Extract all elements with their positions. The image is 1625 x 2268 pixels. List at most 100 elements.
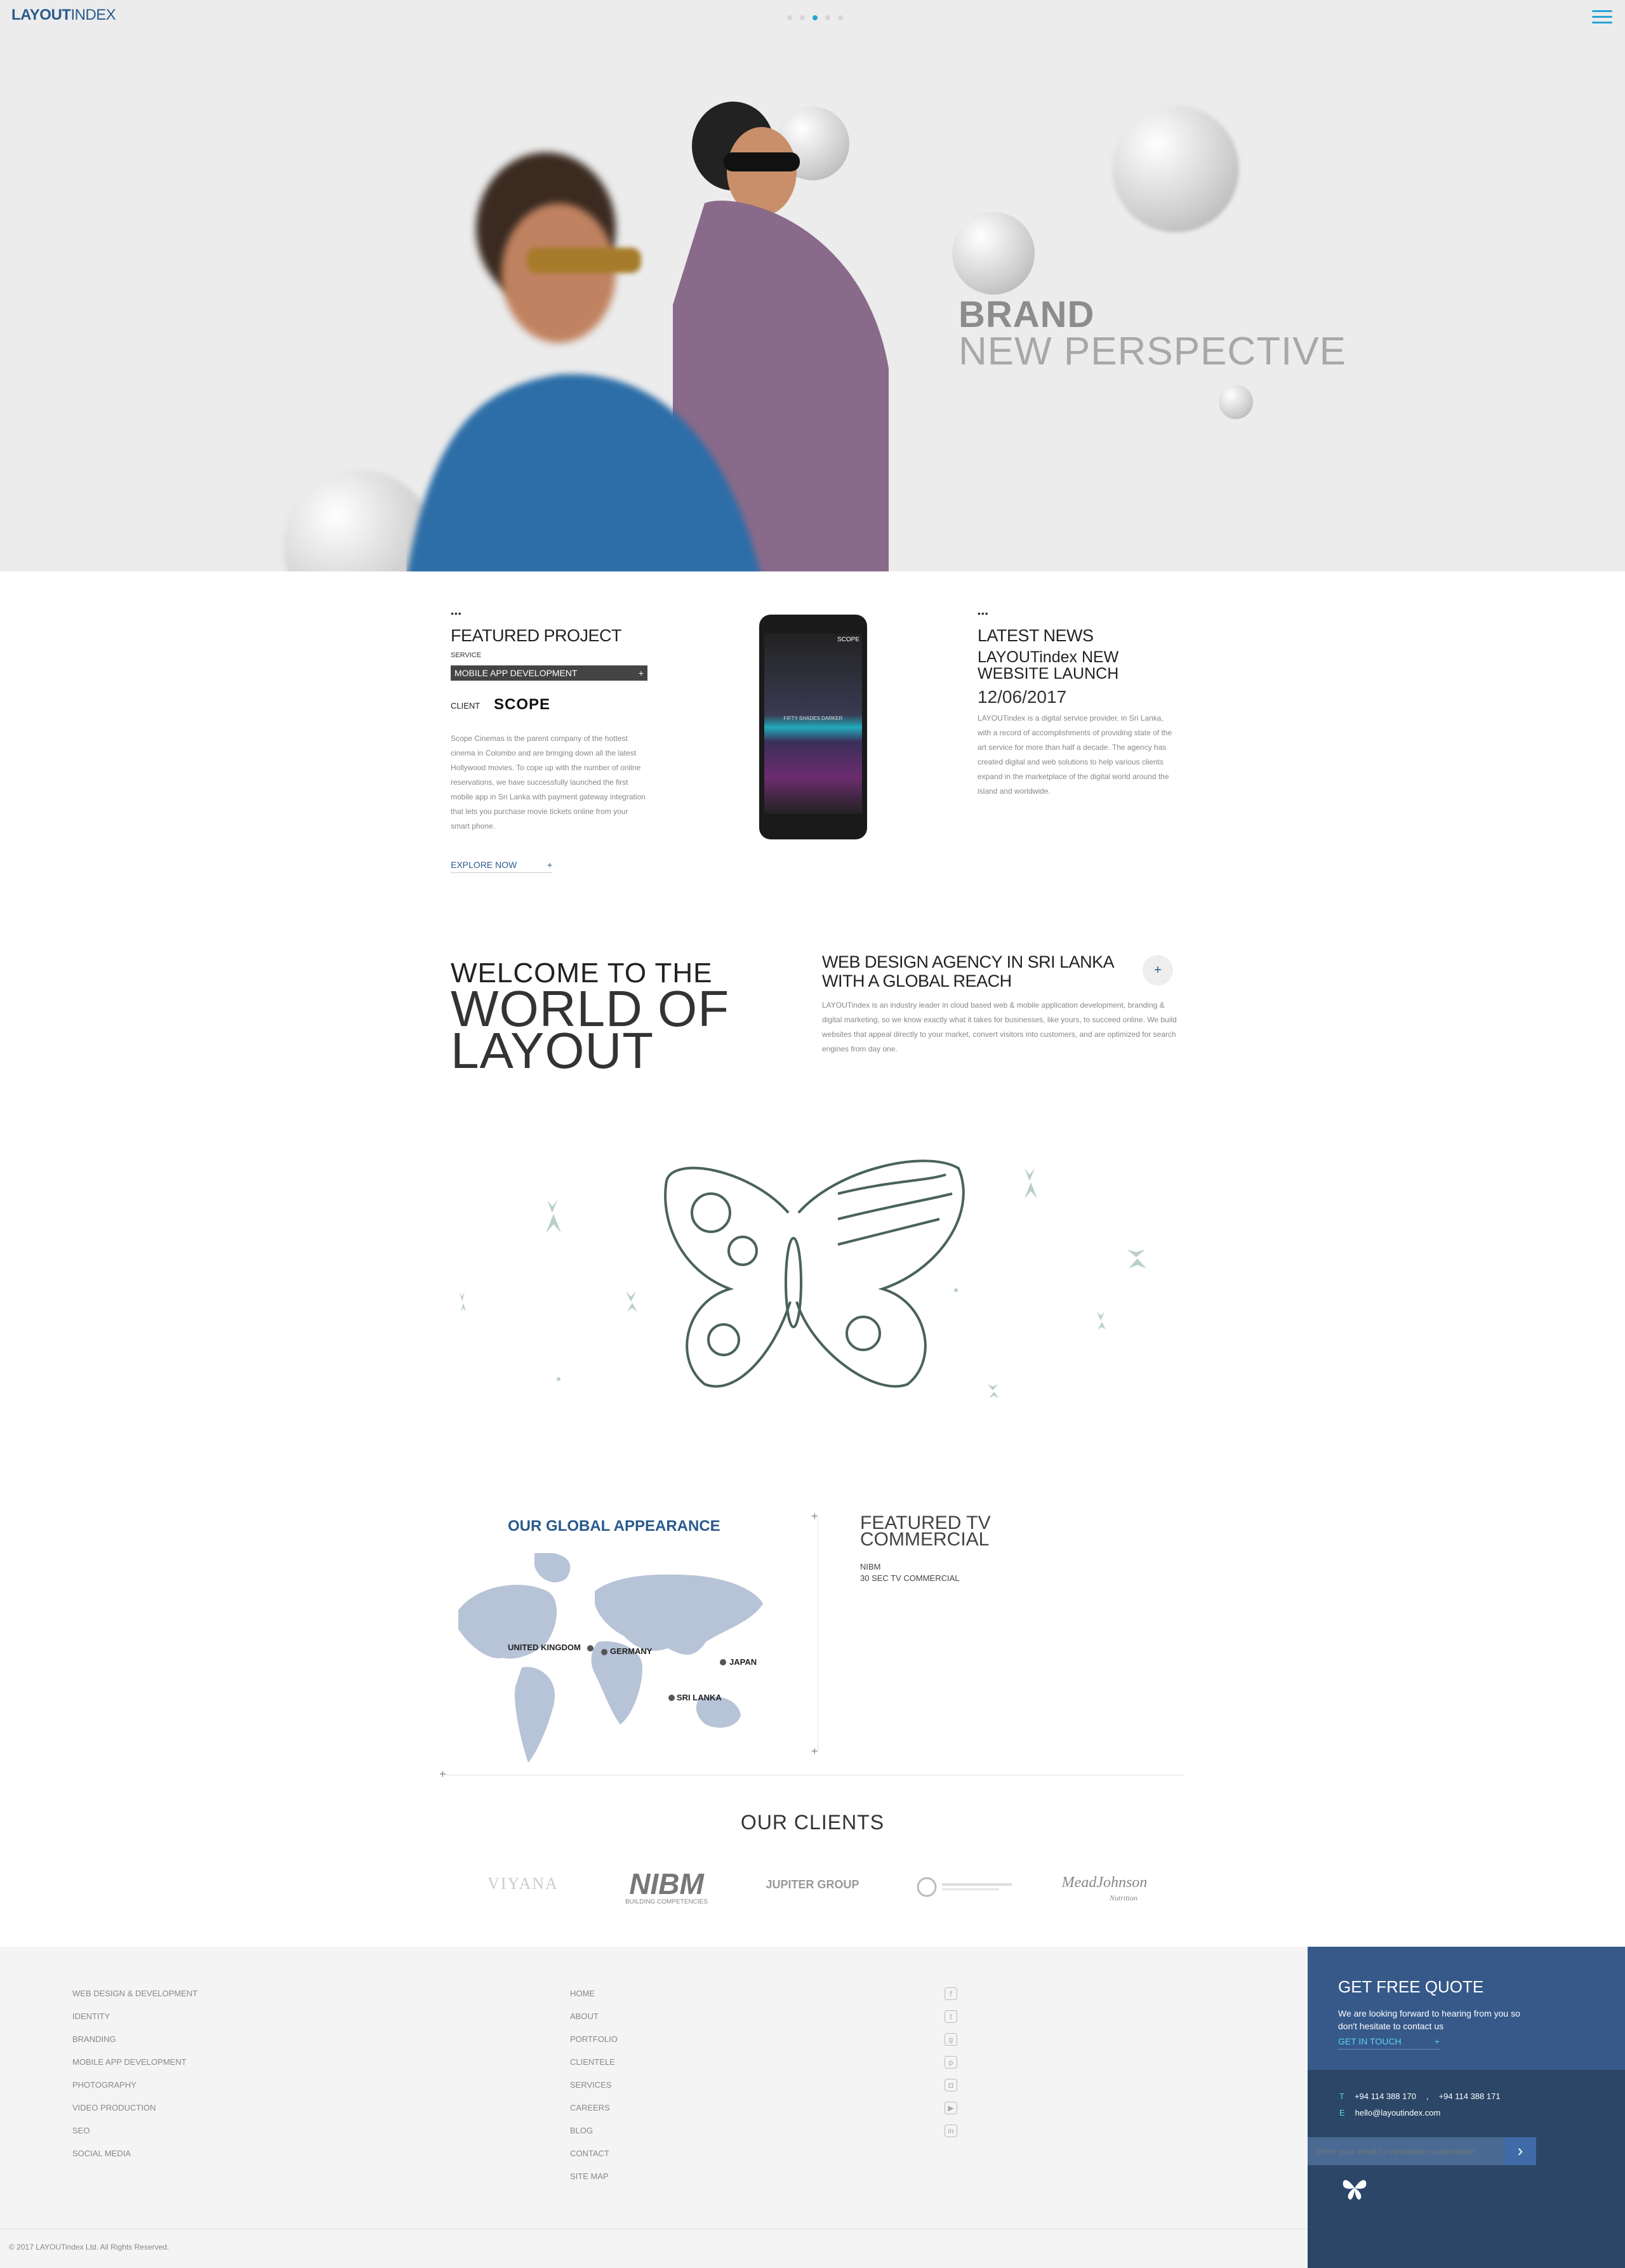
gear-icon — [691, 1192, 731, 1233]
map-south-america — [515, 1667, 555, 1763]
footer-link[interactable]: ABOUT — [570, 2005, 618, 2028]
map-marker-sri-lanka[interactable] — [668, 1695, 675, 1701]
client-logo-emblem[interactable] — [914, 1874, 1022, 1900]
slider-pagination — [787, 15, 843, 20]
footer-link[interactable]: BRANDING — [72, 2028, 197, 2051]
footer-link[interactable]: HOME — [570, 1982, 618, 2005]
get-in-touch-link[interactable]: GET IN TOUCH + — [1338, 2036, 1440, 2050]
hero-sphere — [1112, 105, 1239, 232]
latest-news-title: LATEST NEWS — [978, 626, 1094, 645]
site-logo[interactable]: LAYOUTINDEX — [11, 6, 116, 24]
map-eurasia — [595, 1574, 763, 1655]
logo-light-text: INDEX — [70, 6, 116, 23]
service-tag[interactable]: MOBILE APP DEVELOPMENT + — [451, 665, 647, 681]
footer-link[interactable]: CONTACT — [570, 2142, 618, 2165]
news-body: LAYOUTindex is a digital service provide… — [978, 714, 1172, 796]
phone-brand: SCOPE — [837, 636, 859, 643]
map-marker-japan[interactable] — [720, 1659, 726, 1665]
sunglasses-icon — [724, 152, 800, 171]
client-logo-scope: SCOPE — [494, 696, 551, 713]
plus-icon: + — [1154, 963, 1162, 977]
footer-link[interactable]: PHOTOGRAPHY — [72, 2074, 197, 2097]
footer-link[interactable]: BLOG — [570, 2119, 618, 2142]
client-label: CLIENT — [451, 701, 481, 710]
news-headline[interactable]: LAYOUTindex NEW WEBSITE LAUNCH — [978, 649, 1168, 682]
footer-link[interactable]: VIDEO PRODUCTION — [72, 2097, 197, 2119]
service-label: SERVICE — [451, 651, 482, 659]
hero-sphere — [1219, 385, 1253, 419]
twitter-icon[interactable]: t — [945, 2010, 957, 2023]
tv-client: NIBM — [860, 1562, 881, 1571]
our-clients-title: OUR CLIENTS — [740, 1811, 885, 1834]
slider-dot[interactable] — [838, 15, 843, 20]
agency-plus-button[interactable]: + — [1143, 955, 1173, 985]
footer-link[interactable]: MOBILE APP DEVELOPMENT — [72, 2051, 197, 2074]
linkedin-icon[interactable]: in — [945, 2125, 957, 2137]
quote-body: We are looking forward to hearing from y… — [1338, 2008, 1520, 2031]
footer-link[interactable]: CLIENTELE — [570, 2051, 618, 2074]
explore-now-label: EXPLORE NOW — [451, 860, 517, 870]
email-link[interactable]: hello@layoutindex.com — [1355, 2108, 1441, 2118]
hamburger-menu-icon[interactable] — [1592, 10, 1612, 25]
plus-icon: + — [811, 1510, 818, 1523]
small-butterfly-icon — [988, 1384, 999, 1398]
phone-separator: , — [1426, 2091, 1429, 2101]
client-logo-viyana[interactable]: VIYANA — [453, 1874, 593, 1893]
get-in-touch-label: GET IN TOUCH — [1338, 2036, 1402, 2046]
chevron-right-icon[interactable]: › — [1504, 2137, 1536, 2165]
plus-icon: + — [638, 668, 644, 678]
google-plus-icon[interactable]: g — [945, 2033, 957, 2046]
phone-number-1[interactable]: +94 114 388 170 — [1355, 2091, 1416, 2101]
youtube-icon[interactable]: ▶ — [945, 2102, 957, 2114]
newsletter-email-input[interactable] — [1308, 2137, 1504, 2165]
map-marker-germany[interactable] — [601, 1649, 607, 1655]
footer-link[interactable]: SITE MAP — [570, 2165, 618, 2188]
feather-lines — [837, 1173, 946, 1195]
small-butterfly-icon — [460, 1291, 466, 1312]
phone-screen: SCOPE FIFTY SHADES DARKER — [764, 634, 862, 814]
facebook-icon[interactable]: f — [945, 1987, 957, 2000]
footer-link[interactable]: PORTFOLIO — [570, 2028, 618, 2051]
phone-number-2[interactable]: +94 114 388 171 — [1439, 2091, 1501, 2101]
client-logo-meadjohnson[interactable]: MeadJohnson — [1035, 1874, 1174, 1891]
client-logo-nibm[interactable]: NIBM — [597, 1867, 736, 1901]
pinterest-icon[interactable]: p — [945, 2056, 957, 2069]
map-greenland — [534, 1553, 571, 1582]
featured-project-title: FEATURED PROJECT — [451, 626, 622, 645]
quote-panel: GET FREE QUOTE We are looking forward to… — [1308, 1947, 1625, 2070]
agency-title: WEB DESIGN AGENCY IN SRI LANKA WITH A GL… — [822, 952, 1113, 991]
hero-models-image — [407, 102, 889, 571]
footer-link[interactable]: SOCIAL MEDIA — [72, 2142, 197, 2165]
plus-icon: + — [811, 1745, 818, 1758]
slider-dot[interactable] — [825, 15, 830, 20]
slider-dot[interactable] — [787, 15, 792, 20]
tv-desc: 30 SEC TV COMMERCIAL — [860, 1573, 960, 1583]
small-butterfly-icon — [1127, 1250, 1146, 1269]
small-butterfly-icon — [1097, 1312, 1106, 1330]
section-dots: ••• — [451, 608, 462, 618]
client-logo-nibm-sub: BUILDING COMPETENCIES — [625, 1898, 708, 1905]
client-logo-jupiter[interactable]: JUPITER GROUP — [743, 1878, 882, 1891]
client-logo-meadjohnson-sub: Nutrition — [1109, 1893, 1138, 1902]
map-label-uk: UNITED KINGDOM — [508, 1643, 581, 1652]
footer-link[interactable]: WEB DESIGN & DEVELOPMENT — [72, 1982, 197, 2005]
gear-icon — [727, 1236, 758, 1266]
plus-icon: + — [1434, 2036, 1440, 2046]
footer-link[interactable]: SEO — [72, 2119, 197, 2142]
sunglasses-icon — [527, 248, 641, 273]
slider-dot[interactable] — [800, 15, 805, 20]
butterfly-illustration — [460, 1159, 1146, 1398]
explore-now-link[interactable]: EXPLORE NOW + — [451, 860, 552, 873]
phone-mockup-image: SCOPE FIFTY SHADES DARKER — [759, 615, 867, 839]
map-label-sri-lanka: SRI LANKA — [677, 1693, 722, 1702]
small-butterfly-icon — [954, 1288, 958, 1292]
tv-commercial-title: FEATURED TV COMMERCIAL — [860, 1514, 991, 1549]
footer-link[interactable]: IDENTITY — [72, 2005, 197, 2028]
footer-link[interactable]: CAREERS — [570, 2097, 618, 2119]
instagram-icon[interactable]: ◘ — [945, 2079, 957, 2091]
logo-bold-text: LAYOUT — [11, 6, 71, 23]
slider-dot-active[interactable] — [812, 15, 818, 20]
footer-link[interactable]: SERVICES — [570, 2074, 618, 2097]
footer-pages-list: HOME ABOUT PORTFOLIO CLIENTELE SERVICES … — [570, 1982, 618, 2188]
map-marker-uk[interactable] — [587, 1645, 594, 1651]
